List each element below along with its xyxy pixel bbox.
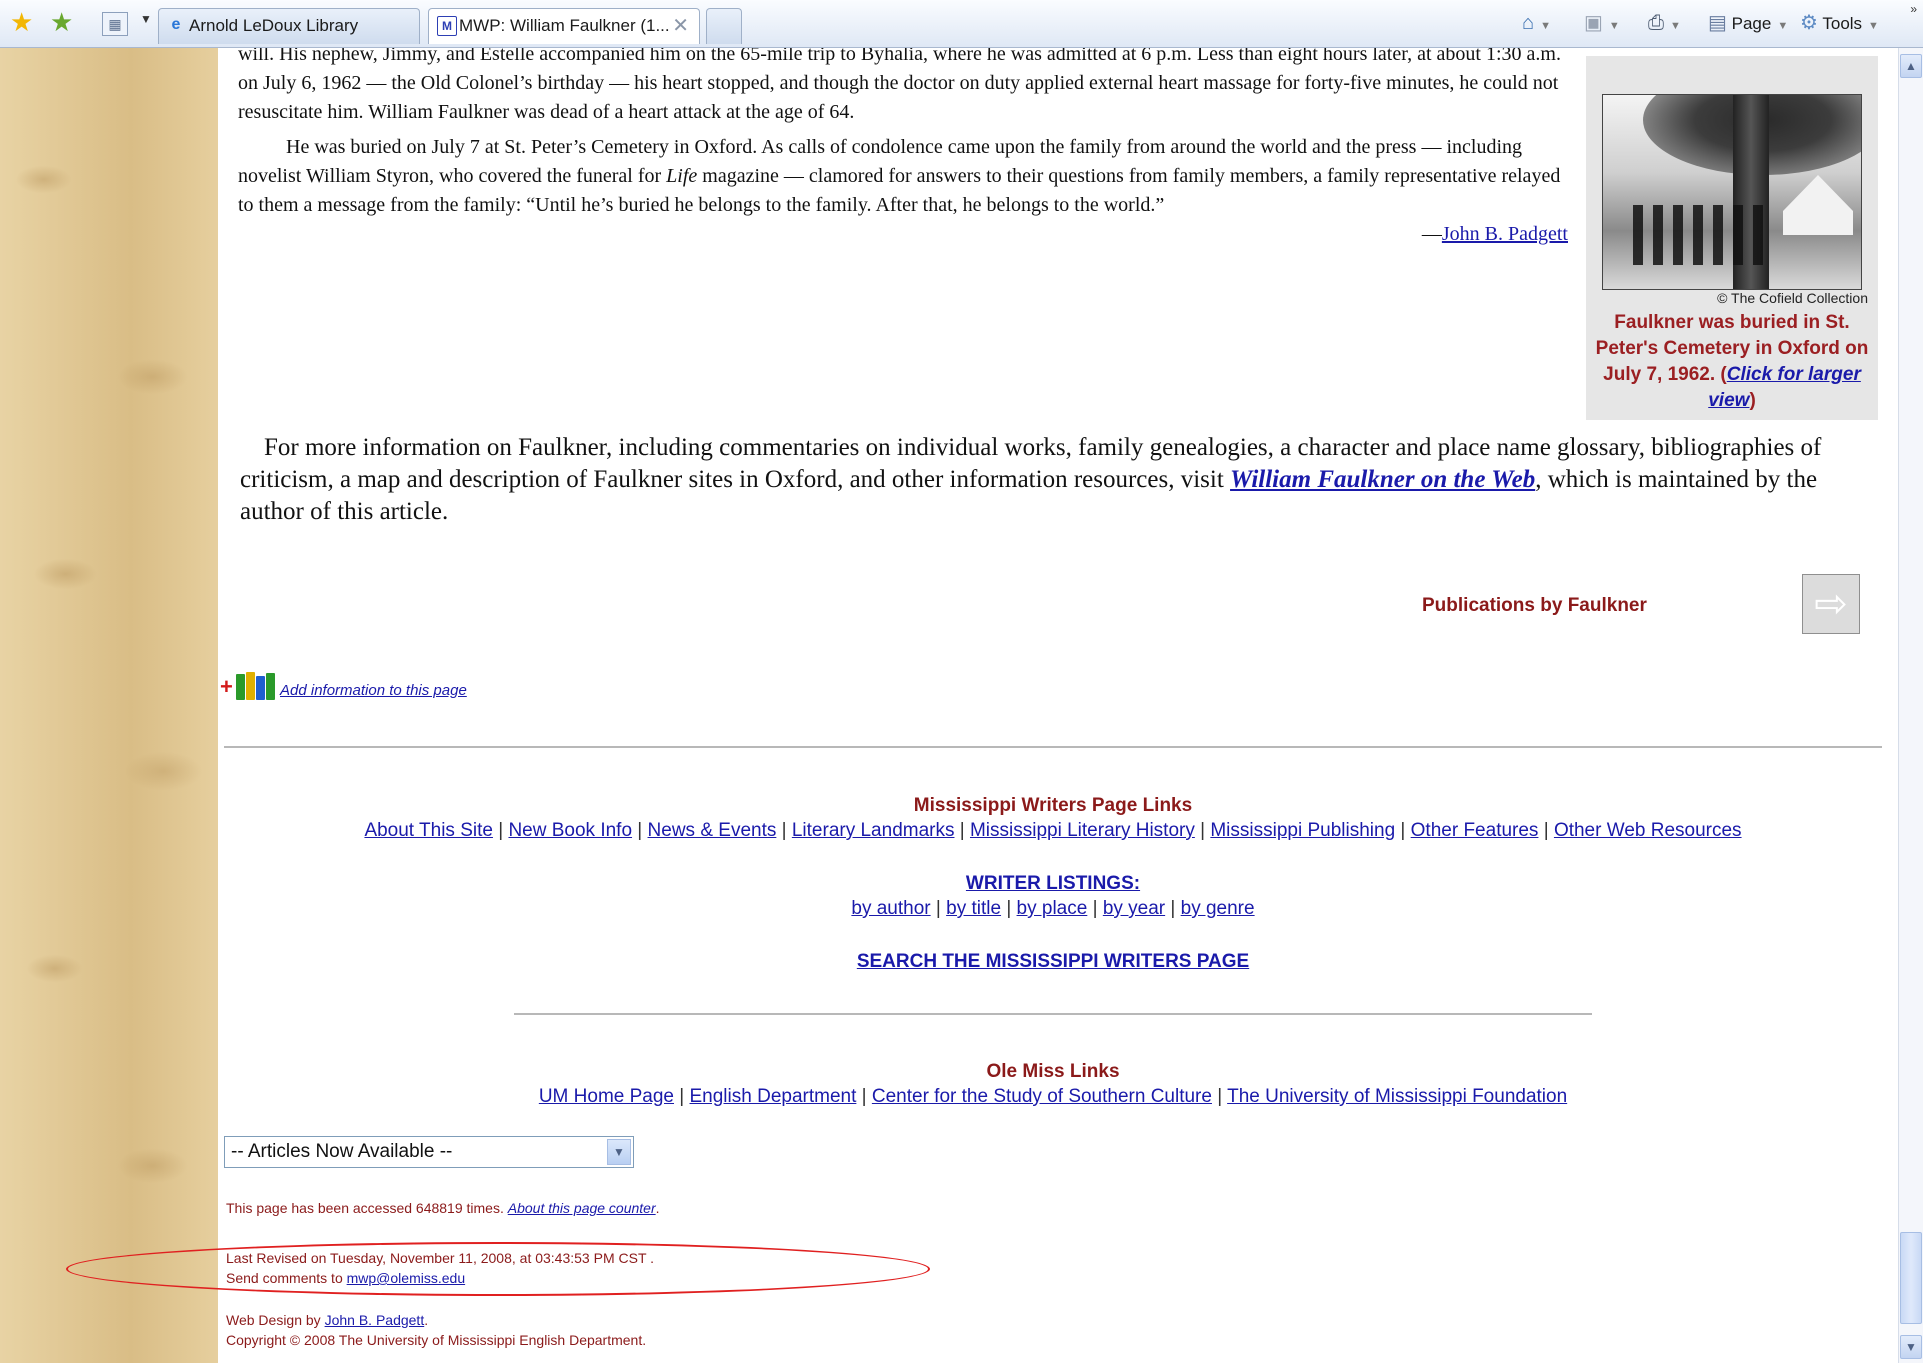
link-english-department[interactable]: English Department — [690, 1086, 857, 1107]
tab-label: MWP: William Faulkner (1... — [459, 16, 670, 35]
link-literary-landmarks[interactable]: Literary Landmarks — [792, 820, 955, 841]
web-design-line: Web Design by John B. Padgett. — [226, 1312, 429, 1328]
link-other-features[interactable]: Other Features — [1411, 820, 1539, 841]
annotation-oval — [66, 1242, 930, 1296]
page-viewport: will. His nephew, Jimmy, and Estelle acc… — [0, 48, 1898, 1363]
vertical-scrollbar[interactable]: ▲ ▼ — [1898, 48, 1923, 1363]
link-southern-culture-center[interactable]: Center for the Study of Southern Culture — [872, 1086, 1212, 1107]
favorites-star-icon[interactable]: ★ — [10, 8, 33, 36]
link-um-foundation[interactable]: The University of Mississippi Foundation — [1227, 1086, 1567, 1107]
mwp-links-block: Mississippi Writers Page Links About Thi… — [224, 793, 1882, 843]
life-magazine-title: Life — [666, 165, 698, 187]
search-mwp-link[interactable]: SEARCH THE MISSISSIPPI WRITERS PAGE — [857, 951, 1249, 972]
scroll-down-icon[interactable]: ▼ — [1900, 1335, 1922, 1359]
scrollbar-thumb[interactable] — [1900, 1232, 1922, 1324]
page-menu-button[interactable]: ▤ Page ▼ — [1708, 10, 1788, 39]
tools-gear-icon: ⚙ — [1800, 12, 1818, 34]
mwp-links-title: Mississippi Writers Page Links — [913, 795, 1193, 816]
next-page-button[interactable]: ⇨ — [1802, 574, 1860, 634]
photo-credit: © The Cofield Collection — [1717, 290, 1868, 306]
copyright-text: Copyright © 2008 The University of Missi… — [226, 1332, 647, 1348]
photo-caption: Faulkner was buried in St. Peter's Cemet… — [1595, 312, 1869, 411]
article-body: will. His nephew, Jimmy, and Estelle acc… — [238, 48, 1568, 245]
home-icon[interactable]: ⌂ ▼ — [1522, 10, 1551, 39]
page-counter-link[interactable]: About this page counter — [508, 1200, 656, 1216]
link-um-home-page[interactable]: UM Home Page — [539, 1086, 674, 1107]
scroll-up-icon[interactable]: ▲ — [1900, 54, 1922, 78]
author-link[interactable]: John B. Padgett — [1442, 223, 1568, 245]
ie-page-icon: e — [171, 16, 181, 33]
tab-label: Arnold LeDoux Library — [189, 16, 359, 35]
article-paragraph: will. His nephew, Jimmy, and Estelle acc… — [238, 48, 1561, 123]
add-favorites-icon[interactable]: ★ — [50, 8, 73, 36]
counter-line: This page has been accessed 648819 times… — [226, 1200, 660, 1216]
mwp-links-row: About This Site | New Book Info | News &… — [364, 820, 1742, 841]
link-mississippi-literary-history[interactable]: Mississippi Literary History — [970, 820, 1195, 841]
faulkner-on-the-web-link[interactable]: William Faulkner on the Web — [1230, 466, 1535, 493]
link-mississippi-publishing[interactable]: Mississippi Publishing — [1210, 820, 1395, 841]
cemetery-photo[interactable] — [1602, 94, 1862, 290]
tab-arnold-ledoux-library[interactable]: e Arnold LeDoux Library — [158, 8, 420, 44]
link-by-year[interactable]: by year — [1103, 898, 1165, 919]
article-paragraph: He was buried on July 7 at St. Peter’s C… — [238, 136, 1561, 216]
more-info-paragraph: For more information on Faulkner, includ… — [240, 434, 1822, 525]
photo-sidebar: © The Cofield Collection Faulkner was bu… — [1586, 56, 1878, 420]
articles-select[interactable]: -- Articles Now Available -- ▼ — [224, 1136, 634, 1168]
mwp-favicon-icon: M — [437, 16, 457, 36]
tools-menu-label: Tools — [1822, 14, 1863, 33]
search-block: SEARCH THE MISSISSIPPI WRITERS PAGE — [224, 949, 1882, 974]
close-tab-icon[interactable]: ✕ — [672, 9, 689, 43]
toolbar-chevron-icon[interactable]: » — [1910, 2, 1917, 16]
link-by-place[interactable]: by place — [1017, 898, 1088, 919]
link-other-web-resources[interactable]: Other Web Resources — [1554, 820, 1742, 841]
writer-listings-row: by author | by title | by place | by yea… — [851, 898, 1255, 919]
right-arrow-icon: ⇨ — [1814, 582, 1848, 626]
add-books-icon[interactable]: + — [220, 672, 278, 700]
link-by-title[interactable]: by title — [946, 898, 1001, 919]
chevron-down-icon[interactable]: ▼ — [607, 1139, 631, 1165]
link-by-author[interactable]: by author — [851, 898, 930, 919]
article-byline: —John B. Padgett — [1421, 223, 1568, 245]
link-news-events[interactable]: News & Events — [648, 820, 777, 841]
writer-listings-link[interactable]: WRITER LISTINGS: — [966, 873, 1140, 894]
divider — [224, 746, 1882, 748]
larger-view-link[interactable]: Click for larger view — [1708, 364, 1861, 411]
articles-select-value: -- Articles Now Available -- — [231, 1141, 453, 1162]
tab-mwp-faulkner[interactable]: M MWP: William Faulkner (1... ✕ — [428, 8, 700, 44]
parchment-sidebar — [0, 48, 218, 1363]
publications-label[interactable]: Publications by Faulkner — [1422, 595, 1647, 617]
add-info-link[interactable]: Add information to this page — [280, 682, 467, 699]
credits-block: Web Design by John B. Padgett. Copyright… — [226, 1310, 646, 1350]
page-menu-label: Page — [1731, 14, 1772, 33]
link-new-book-info[interactable]: New Book Info — [508, 820, 632, 841]
designer-link[interactable]: John B. Padgett — [325, 1312, 425, 1328]
tools-menu-button[interactable]: ⚙ Tools ▼ — [1800, 10, 1879, 39]
ole-miss-links-block: Ole Miss Links UM Home Page | English De… — [224, 1059, 1882, 1109]
new-tab-button[interactable] — [706, 8, 742, 44]
link-by-genre[interactable]: by genre — [1181, 898, 1255, 919]
quick-tabs-icon[interactable]: ▦ — [102, 12, 128, 36]
divider — [514, 1013, 1592, 1015]
feeds-icon[interactable]: ▣ ▼ — [1584, 10, 1620, 39]
writer-listings-block: WRITER LISTINGS: by author | by title | … — [224, 871, 1882, 921]
print-icon[interactable]: ⎙ ▼ — [1648, 10, 1681, 39]
link-about-this-site[interactable]: About This Site — [364, 820, 493, 841]
browser-toolbar: ★ ★ ▦ ▼ e Arnold LeDoux Library M MWP: W… — [0, 0, 1923, 48]
quick-tabs-dropdown-icon[interactable]: ▼ — [140, 12, 152, 26]
page-icon: ▤ — [1708, 12, 1727, 34]
ole-miss-links-row: UM Home Page | English Department | Cent… — [538, 1086, 1568, 1107]
ole-miss-links-title: Ole Miss Links — [986, 1061, 1120, 1082]
